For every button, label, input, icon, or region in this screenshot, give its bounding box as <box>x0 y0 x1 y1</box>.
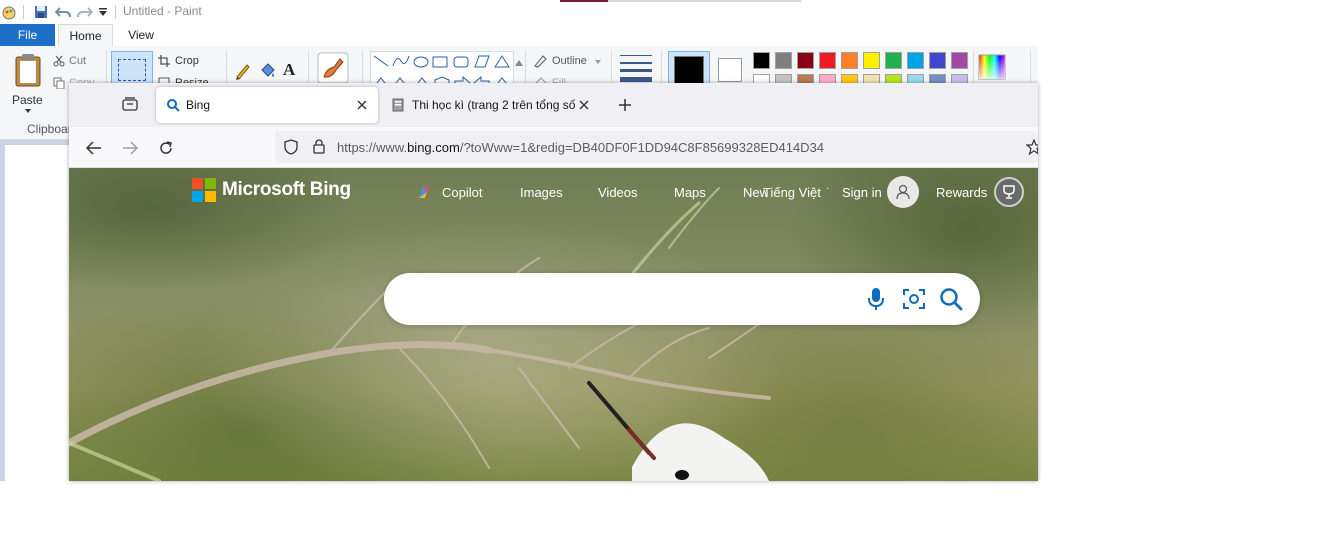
outline-dropdown-icon <box>595 60 601 64</box>
paint-canvas-area <box>0 140 70 481</box>
crop-icon <box>158 55 170 67</box>
firefox-navigation-bar: https://www.bing.com/?toWww=1&redig=DB40… <box>69 127 1038 168</box>
color1-swatch <box>674 56 704 86</box>
copilot-icon <box>419 186 429 198</box>
redo-icon[interactable] <box>76 4 94 20</box>
paste-label: Paste <box>12 93 43 107</box>
address-bar[interactable]: https://www.bing.com/?toWww=1&redig=DB40… <box>275 131 1038 163</box>
search-icon <box>167 99 180 112</box>
forward-arrow-icon <box>123 141 138 155</box>
color-swatch[interactable] <box>929 52 946 69</box>
tab-file[interactable]: File <box>0 24 55 46</box>
paint-window-title: Untitled - Paint <box>123 4 202 18</box>
rainbow-palette-icon <box>978 54 1006 80</box>
tab-view[interactable]: View <box>118 24 164 46</box>
microphone-icon[interactable] <box>863 286 889 312</box>
undo-icon[interactable] <box>54 4 72 20</box>
color-swatch[interactable] <box>885 52 902 69</box>
tab-home[interactable]: Home <box>58 24 113 46</box>
search-icon[interactable] <box>938 286 964 312</box>
color-swatch[interactable] <box>951 52 968 69</box>
shapes-scroll-up-icon[interactable] <box>515 60 523 66</box>
avatar[interactable] <box>887 176 919 208</box>
paint-titlebar: Untitled - Paint <box>0 0 1038 24</box>
tab-thi-hoc-ki[interactable]: Thi học kì (trang 2 trên tổng số <box>387 87 602 123</box>
qa-divider <box>23 5 24 19</box>
copy-icon <box>53 77 65 89</box>
outline-label: Outline <box>552 55 587 67</box>
plus-icon <box>619 99 631 111</box>
back-button[interactable] <box>82 136 106 160</box>
reload-button[interactable] <box>154 136 178 160</box>
bing-homepage: Microsoft Bing Copilot Images Videos Map… <box>69 168 1038 481</box>
close-tab-icon[interactable] <box>354 97 370 113</box>
tab-bing[interactable]: Bing <box>156 87 378 123</box>
bookmark-star-icon[interactable] <box>1026 139 1038 155</box>
firefox-tab-bar: Bing Thi học kì (trang 2 trên tổng số <box>69 83 1038 127</box>
color-swatch[interactable] <box>753 52 770 69</box>
nav-copilot-label: Copilot <box>442 185 483 200</box>
tab-title: Bing <box>186 98 211 112</box>
paste-button[interactable]: Paste <box>8 50 48 113</box>
clipboard-icon <box>15 54 41 87</box>
text-tool-icon[interactable]: A <box>283 60 295 80</box>
reload-icon <box>160 141 172 154</box>
nav-images[interactable]: Images <box>520 185 563 200</box>
microsoft-logo-icon <box>192 178 216 202</box>
new-tab-button[interactable] <box>614 94 636 116</box>
url-text: https://www.bing.com/?toWww=1&redig=DB40… <box>337 140 825 155</box>
tab-title: Thi học kì (trang 2 trên tổng số <box>412 98 576 112</box>
language-selector[interactable]: Tiếng Việt <box>763 185 821 200</box>
lock-icon[interactable] <box>312 138 326 154</box>
cut-button[interactable]: Cut <box>53 54 101 68</box>
background-window-edge <box>560 0 801 2</box>
color-swatch[interactable] <box>819 52 836 69</box>
nav-videos[interactable]: Videos <box>598 185 638 200</box>
scissors-icon <box>53 55 65 67</box>
bing-search-box <box>384 273 980 325</box>
cut-label: Cut <box>69 55 87 67</box>
sign-in-link[interactable]: Sign in <box>842 185 882 200</box>
desktop: Untitled - Paint File Home View Paste Cu <box>0 0 1338 548</box>
paint-canvas[interactable] <box>5 145 70 481</box>
paste-dropdown-icon[interactable] <box>25 109 31 113</box>
select-icon <box>118 59 146 81</box>
rewards-trophy-icon[interactable] <box>994 177 1024 207</box>
nav-maps[interactable]: Maps <box>674 185 706 200</box>
forward-button[interactable] <box>118 136 142 160</box>
pencil-icon[interactable] <box>234 62 252 83</box>
nav-copilot[interactable]: Copilot <box>416 185 482 200</box>
color-swatch[interactable] <box>907 52 924 69</box>
fill-bucket-icon[interactable] <box>258 62 276 83</box>
close-tab-icon[interactable] <box>576 97 592 113</box>
color2-swatch <box>718 58 742 82</box>
tab-list-icon <box>122 97 138 111</box>
search-input[interactable] <box>406 285 856 313</box>
tracking-protection-shield-icon[interactable] <box>283 139 299 155</box>
outline-button[interactable]: Outline <box>533 54 603 68</box>
color-swatch[interactable] <box>841 52 858 69</box>
color-swatch[interactable] <box>863 52 880 69</box>
dot-separator: · <box>826 183 830 194</box>
firefox-window: Bing Thi học kì (trang 2 trên tổng số ht… <box>69 83 1038 481</box>
microsoft-bing-logo[interactable]: Microsoft Bing <box>192 178 351 202</box>
list-all-tabs-button[interactable] <box>119 93 141 115</box>
save-icon[interactable] <box>32 4 50 20</box>
rewards-link[interactable]: Rewards <box>936 185 987 200</box>
back-arrow-icon <box>86 141 101 155</box>
color-swatch[interactable] <box>775 52 792 69</box>
visual-search-icon[interactable] <box>901 286 927 312</box>
color-swatch[interactable] <box>797 52 814 69</box>
paint-ribbon-tabs: File Home View <box>0 24 1038 46</box>
document-icon <box>392 98 404 112</box>
outline-icon <box>534 55 547 68</box>
crop-button[interactable]: Crop <box>158 54 208 68</box>
brush-icon <box>317 52 349 84</box>
paint-app-icon <box>0 4 18 20</box>
bing-logo-text: Microsoft Bing <box>222 179 351 200</box>
customize-qa-icon[interactable] <box>97 4 109 20</box>
crop-label: Crop <box>175 55 199 67</box>
title-divider <box>115 5 116 19</box>
user-icon <box>896 184 910 200</box>
